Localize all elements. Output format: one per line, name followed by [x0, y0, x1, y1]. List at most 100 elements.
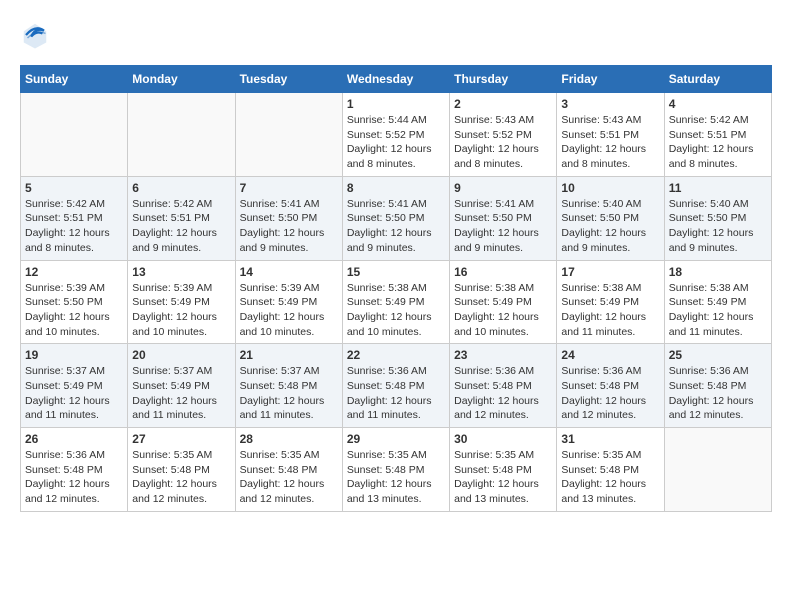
day-number: 4 — [669, 97, 767, 111]
weekday-header-row: SundayMondayTuesdayWednesdayThursdayFrid… — [21, 66, 772, 93]
logo — [20, 20, 54, 50]
day-info: Sunrise: 5:41 AM Sunset: 5:50 PM Dayligh… — [240, 197, 338, 256]
day-info: Sunrise: 5:36 AM Sunset: 5:48 PM Dayligh… — [561, 364, 659, 423]
day-number: 10 — [561, 181, 659, 195]
day-info: Sunrise: 5:35 AM Sunset: 5:48 PM Dayligh… — [347, 448, 445, 507]
day-cell: 21 Sunrise: 5:37 AM Sunset: 5:48 PM Dayli… — [235, 344, 342, 428]
day-cell: 22 Sunrise: 5:36 AM Sunset: 5:48 PM Dayli… — [342, 344, 449, 428]
day-number: 29 — [347, 432, 445, 446]
day-info: Sunrise: 5:35 AM Sunset: 5:48 PM Dayligh… — [240, 448, 338, 507]
weekday-header-tuesday: Tuesday — [235, 66, 342, 93]
day-info: Sunrise: 5:43 AM Sunset: 5:51 PM Dayligh… — [561, 113, 659, 172]
day-number: 8 — [347, 181, 445, 195]
day-number: 27 — [132, 432, 230, 446]
day-info: Sunrise: 5:35 AM Sunset: 5:48 PM Dayligh… — [561, 448, 659, 507]
day-info: Sunrise: 5:37 AM Sunset: 5:49 PM Dayligh… — [132, 364, 230, 423]
day-info: Sunrise: 5:41 AM Sunset: 5:50 PM Dayligh… — [454, 197, 552, 256]
day-number: 2 — [454, 97, 552, 111]
day-cell: 28Sunrise: 5:35 AM Sunset: 5:48 PM Dayli… — [235, 428, 342, 512]
day-cell: 27 Sunrise: 5:35 AM Sunset: 5:48 PM Dayli… — [128, 428, 235, 512]
week-row-4: 26 Sunrise: 5:36 AM Sunset: 5:48 PM Dayli… — [21, 428, 772, 512]
weekday-header-thursday: Thursday — [450, 66, 557, 93]
day-number: 5 — [25, 181, 123, 195]
day-number: 18 — [669, 265, 767, 279]
day-info: Sunrise: 5:42 AM Sunset: 5:51 PM Dayligh… — [132, 197, 230, 256]
day-number: 6 — [132, 181, 230, 195]
day-number: 17 — [561, 265, 659, 279]
day-cell: 10 Sunrise: 5:40 AM Sunset: 5:50 PM Dayli… — [557, 176, 664, 260]
day-info: Sunrise: 5:37 AM Sunset: 5:49 PM Dayligh… — [25, 364, 123, 423]
day-cell: 23 Sunrise: 5:36 AM Sunset: 5:48 PM Dayli… — [450, 344, 557, 428]
day-cell: 30 Sunrise: 5:35 AM Sunset: 5:48 PM Dayli… — [450, 428, 557, 512]
day-info: Sunrise: 5:39 AM Sunset: 5:49 PM Dayligh… — [240, 281, 338, 340]
day-info: Sunrise: 5:40 AM Sunset: 5:50 PM Dayligh… — [669, 197, 767, 256]
day-cell: 18 Sunrise: 5:38 AM Sunset: 5:49 PM Dayli… — [664, 260, 771, 344]
day-cell: 13 Sunrise: 5:39 AM Sunset: 5:49 PM Dayli… — [128, 260, 235, 344]
day-info: Sunrise: 5:43 AM Sunset: 5:52 PM Dayligh… — [454, 113, 552, 172]
day-info: Sunrise: 5:36 AM Sunset: 5:48 PM Dayligh… — [669, 364, 767, 423]
day-number: 21 — [240, 348, 338, 362]
day-number: 11 — [669, 181, 767, 195]
day-cell: 19 Sunrise: 5:37 AM Sunset: 5:49 PM Dayli… — [21, 344, 128, 428]
weekday-header-monday: Monday — [128, 66, 235, 93]
day-cell: 8 Sunrise: 5:41 AM Sunset: 5:50 PM Daylig… — [342, 176, 449, 260]
page-header — [20, 20, 772, 50]
day-number: 14 — [240, 265, 338, 279]
day-info: Sunrise: 5:40 AM Sunset: 5:50 PM Dayligh… — [561, 197, 659, 256]
day-info: Sunrise: 5:41 AM Sunset: 5:50 PM Dayligh… — [347, 197, 445, 256]
day-cell: 3 Sunrise: 5:43 AM Sunset: 5:51 PM Daylig… — [557, 93, 664, 177]
day-number: 9 — [454, 181, 552, 195]
day-cell: 24 Sunrise: 5:36 AM Sunset: 5:48 PM Dayli… — [557, 344, 664, 428]
day-number: 3 — [561, 97, 659, 111]
day-cell: 26 Sunrise: 5:36 AM Sunset: 5:48 PM Dayli… — [21, 428, 128, 512]
day-cell: 17 Sunrise: 5:38 AM Sunset: 5:49 PM Dayli… — [557, 260, 664, 344]
day-info: Sunrise: 5:35 AM Sunset: 5:48 PM Dayligh… — [454, 448, 552, 507]
day-number: 22 — [347, 348, 445, 362]
week-row-2: 12Sunrise: 5:39 AM Sunset: 5:50 PM Dayli… — [21, 260, 772, 344]
day-cell: 25 Sunrise: 5:36 AM Sunset: 5:48 PM Dayli… — [664, 344, 771, 428]
day-cell: 9 Sunrise: 5:41 AM Sunset: 5:50 PM Daylig… — [450, 176, 557, 260]
day-cell: 29 Sunrise: 5:35 AM Sunset: 5:48 PM Dayli… — [342, 428, 449, 512]
day-number: 16 — [454, 265, 552, 279]
week-row-3: 19 Sunrise: 5:37 AM Sunset: 5:49 PM Dayli… — [21, 344, 772, 428]
day-cell: 16 Sunrise: 5:38 AM Sunset: 5:49 PM Dayli… — [450, 260, 557, 344]
day-info: Sunrise: 5:44 AM Sunset: 5:52 PM Dayligh… — [347, 113, 445, 172]
day-cell: 5Sunrise: 5:42 AM Sunset: 5:51 PM Daylig… — [21, 176, 128, 260]
day-info: Sunrise: 5:38 AM Sunset: 5:49 PM Dayligh… — [561, 281, 659, 340]
day-info: Sunrise: 5:38 AM Sunset: 5:49 PM Dayligh… — [347, 281, 445, 340]
day-number: 31 — [561, 432, 659, 446]
day-number: 12 — [25, 265, 123, 279]
day-cell — [128, 93, 235, 177]
logo-icon — [20, 20, 50, 50]
day-number: 19 — [25, 348, 123, 362]
day-number: 23 — [454, 348, 552, 362]
day-number: 25 — [669, 348, 767, 362]
weekday-header-saturday: Saturday — [664, 66, 771, 93]
day-number: 13 — [132, 265, 230, 279]
weekday-header-sunday: Sunday — [21, 66, 128, 93]
day-cell: 11 Sunrise: 5:40 AM Sunset: 5:50 PM Dayli… — [664, 176, 771, 260]
day-cell: 4 Sunrise: 5:42 AM Sunset: 5:51 PM Daylig… — [664, 93, 771, 177]
day-cell — [21, 93, 128, 177]
day-info: Sunrise: 5:37 AM Sunset: 5:48 PM Dayligh… — [240, 364, 338, 423]
day-info: Sunrise: 5:36 AM Sunset: 5:48 PM Dayligh… — [25, 448, 123, 507]
day-info: Sunrise: 5:38 AM Sunset: 5:49 PM Dayligh… — [454, 281, 552, 340]
weekday-header-friday: Friday — [557, 66, 664, 93]
day-cell: 15Sunrise: 5:38 AM Sunset: 5:49 PM Dayli… — [342, 260, 449, 344]
week-row-0: 1Sunrise: 5:44 AM Sunset: 5:52 PM Daylig… — [21, 93, 772, 177]
day-info: Sunrise: 5:39 AM Sunset: 5:49 PM Dayligh… — [132, 281, 230, 340]
week-row-1: 5 Sunrise: 5:42 AM Sunset: 5:51 PM Daylig… — [21, 176, 772, 260]
day-cell: 20 Sunrise: 5:37 AM Sunset: 5:49 PM Dayli… — [128, 344, 235, 428]
day-info: Sunrise: 5:35 AM Sunset: 5:48 PM Dayligh… — [132, 448, 230, 507]
day-info: Sunrise: 5:42 AM Sunset: 5:51 PM Dayligh… — [669, 113, 767, 172]
day-cell: 12Sunrise: 5:39 AM Sunset: 5:50 PM Dayli… — [21, 260, 128, 344]
day-number: 30 — [454, 432, 552, 446]
day-info: Sunrise: 5:38 AM Sunset: 5:49 PM Dayligh… — [669, 281, 767, 340]
day-number: 24 — [561, 348, 659, 362]
weekday-header-wednesday: Wednesday — [342, 66, 449, 93]
day-number: 20 — [132, 348, 230, 362]
day-info: Sunrise: 5:36 AM Sunset: 5:48 PM Dayligh… — [347, 364, 445, 423]
day-info: Sunrise: 5:36 AM Sunset: 5:48 PM Dayligh… — [454, 364, 552, 423]
day-cell — [235, 93, 342, 177]
day-number: 26 — [25, 432, 123, 446]
